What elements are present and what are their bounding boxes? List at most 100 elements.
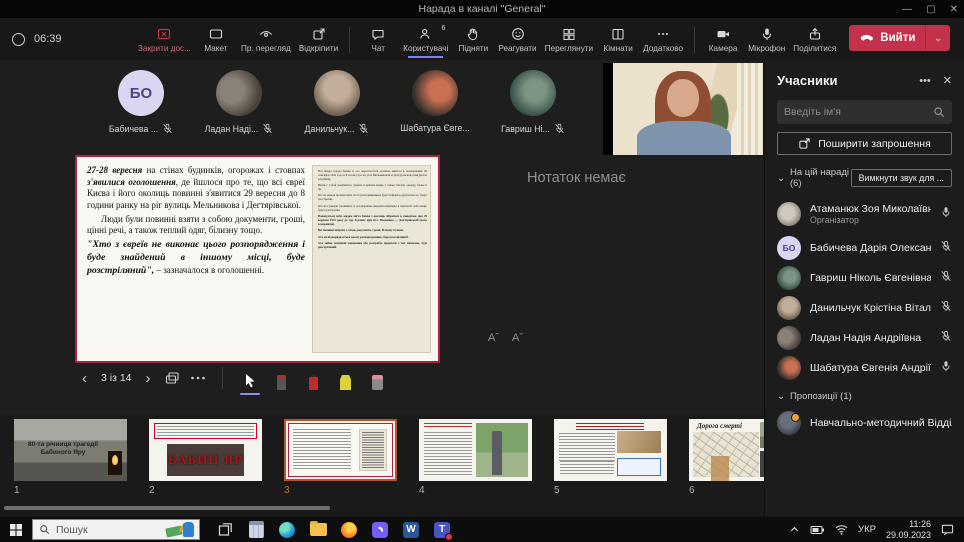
- share-invite-button[interactable]: Поширити запрошення: [777, 132, 952, 155]
- people-icon: [419, 26, 433, 42]
- maximize-button[interactable]: ▢: [926, 4, 935, 15]
- wifi-icon[interactable]: [835, 524, 848, 535]
- laser-pointer-tool[interactable]: [271, 366, 293, 390]
- task-view-icon[interactable]: [214, 519, 236, 541]
- slide-more-button[interactable]: [190, 375, 206, 381]
- mic-off-icon[interactable]: [940, 239, 952, 257]
- highlighter-tool[interactable]: [335, 366, 357, 390]
- participant-row[interactable]: Данильчук Крістіна Віталіївна: [765, 293, 964, 323]
- mic-on-icon[interactable]: [940, 359, 952, 377]
- meeting-status-icon: [12, 33, 25, 46]
- video-tile-shabatura[interactable]: Шабатура Євге...: [399, 70, 471, 134]
- mic-off-icon: [554, 123, 565, 134]
- action-center-icon[interactable]: [941, 523, 954, 536]
- video-tile-havrysh[interactable]: Гавриш Ні...: [497, 70, 569, 134]
- slide-thumbnail-2[interactable]: БАБИН ЯР 2: [149, 419, 262, 496]
- font-increase-button[interactable]: Aˆ: [488, 332, 499, 344]
- react-button[interactable]: Реагувати: [495, 23, 539, 55]
- mic-on-icon[interactable]: [940, 205, 952, 223]
- participant-row[interactable]: Ладан Надія Андріївна: [765, 323, 964, 353]
- mic-off-icon[interactable]: [940, 269, 952, 287]
- stop-share-icon: [157, 26, 171, 42]
- video-tile-ladan[interactable]: Ладан Наді...: [203, 70, 275, 134]
- eraser-tool[interactable]: [367, 366, 389, 390]
- view-button[interactable]: Переглянути: [542, 23, 597, 55]
- slide-thumbnail-1[interactable]: 80-та річниця трагедії Бабиного Яру 1: [14, 419, 127, 496]
- slide-grid-button[interactable]: [165, 371, 180, 385]
- slide-thumbnail-3-current[interactable]: 3: [284, 419, 397, 496]
- video-tile-danylchuk[interactable]: Данильчук...: [301, 70, 373, 134]
- participant-row[interactable]: БО Бабичева Дарія Олександрівна: [765, 233, 964, 263]
- mic-off-icon: [358, 123, 369, 134]
- slide-thumbnail-4[interactable]: 4: [419, 419, 532, 496]
- participant-row[interactable]: Атаманюк Зоя МиколаївнаОрганізатор: [765, 195, 964, 233]
- participants-button[interactable]: 6 Користувачі: [400, 23, 451, 55]
- panel-title: Учасники: [777, 73, 907, 88]
- popout-icon: [312, 26, 326, 42]
- tray-chevron-icon[interactable]: [789, 524, 800, 535]
- hangup-icon: [859, 32, 874, 45]
- pending-clock-badge: [791, 413, 800, 422]
- rooms-button[interactable]: Кімнати: [598, 23, 638, 55]
- previous-slide-button[interactable]: ‹: [78, 370, 91, 387]
- slide-navigation: ‹ 3 із 14 ›: [78, 366, 389, 390]
- close-button[interactable]: ✕: [950, 4, 958, 15]
- thumbnails-scrollbar[interactable]: [4, 506, 330, 510]
- slide-body-text: 27-28 вересня на стінах будинків, огорож…: [87, 165, 305, 353]
- chat-button[interactable]: Чат: [358, 23, 398, 55]
- language-indicator[interactable]: УКР: [858, 524, 876, 535]
- participant-search[interactable]: [777, 100, 952, 124]
- participant-search-input[interactable]: [784, 106, 933, 118]
- teams-notification-badge: [445, 533, 453, 541]
- pen-tool[interactable]: [303, 366, 325, 390]
- in-meeting-section[interactable]: ⌄На цій нараді (6): [777, 167, 851, 189]
- layout-button[interactable]: Макет: [196, 23, 236, 55]
- more-button[interactable]: Додатково: [640, 23, 686, 55]
- meeting-stage: БО Бабичева ... Ладан Наді... Данильчук.…: [0, 60, 764, 415]
- toolbar-divider: [694, 27, 695, 53]
- presenter-view-button[interactable]: Пр. перегляд: [238, 23, 294, 55]
- start-button[interactable]: [0, 523, 32, 537]
- file-explorer-icon[interactable]: [307, 519, 329, 541]
- thumb-number: 3: [284, 485, 397, 496]
- taskbar-search[interactable]: Пошук: [32, 519, 200, 540]
- panel-more-button[interactable]: •••: [919, 75, 931, 87]
- suggestions-section[interactable]: ⌄Пропозиції (1): [777, 391, 952, 402]
- raise-hand-button[interactable]: Підняти: [453, 23, 493, 55]
- thumb1-caption: 80-та річниця трагедії Бабиного Яру: [20, 441, 106, 458]
- mute-all-button[interactable]: Вимкнути звук для ...: [851, 169, 952, 187]
- battery-icon[interactable]: [810, 525, 825, 535]
- stop-presenting-button[interactable]: Закрити дос...: [135, 23, 194, 55]
- leave-button[interactable]: Вийти ⌄: [849, 25, 950, 51]
- leave-options-chevron[interactable]: ⌄: [925, 25, 950, 51]
- teams-icon[interactable]: T: [431, 519, 453, 541]
- firefox-icon[interactable]: [338, 519, 360, 541]
- word-icon[interactable]: W: [400, 519, 422, 541]
- mic-off-icon[interactable]: [940, 299, 952, 317]
- calculator-icon[interactable]: [245, 519, 267, 541]
- camera-button[interactable]: Камера: [703, 23, 743, 55]
- video-tile-babycheva[interactable]: БО Бабичева ...: [105, 70, 177, 134]
- participant-row[interactable]: Шабатура Євгенія Андріївна: [765, 353, 964, 383]
- avatar: [216, 70, 262, 116]
- tools-divider: [222, 367, 223, 389]
- avatar: БО: [118, 70, 164, 116]
- rooms-icon: [611, 26, 625, 42]
- clock[interactable]: 11:2629.09.2023: [886, 519, 931, 541]
- share-button[interactable]: Поділитися: [790, 23, 839, 55]
- edge-icon[interactable]: [276, 519, 298, 541]
- participant-row[interactable]: Гавриш Ніколь Євгенівна: [765, 263, 964, 293]
- slide-thumbnail-5[interactable]: 5: [554, 419, 667, 496]
- presenter-video[interactable]: [603, 63, 763, 155]
- next-slide-button[interactable]: ›: [142, 370, 155, 387]
- minimize-button[interactable]: —: [902, 4, 912, 15]
- meeting-toolbar: 06:39 Закрити дос... Макет Пр. перегляд …: [0, 18, 964, 60]
- pointer-tool[interactable]: [239, 366, 261, 390]
- font-decrease-button[interactable]: Aˇ: [512, 332, 523, 344]
- microphone-button[interactable]: Мікрофон: [745, 23, 788, 55]
- unpin-button[interactable]: Відкріпити: [296, 23, 341, 55]
- mic-off-icon[interactable]: [940, 329, 952, 347]
- viber-icon[interactable]: [369, 519, 391, 541]
- panel-close-button[interactable]: ✕: [943, 74, 952, 87]
- suggestion-row[interactable]: Навчально-методичний Відділ: [765, 408, 964, 438]
